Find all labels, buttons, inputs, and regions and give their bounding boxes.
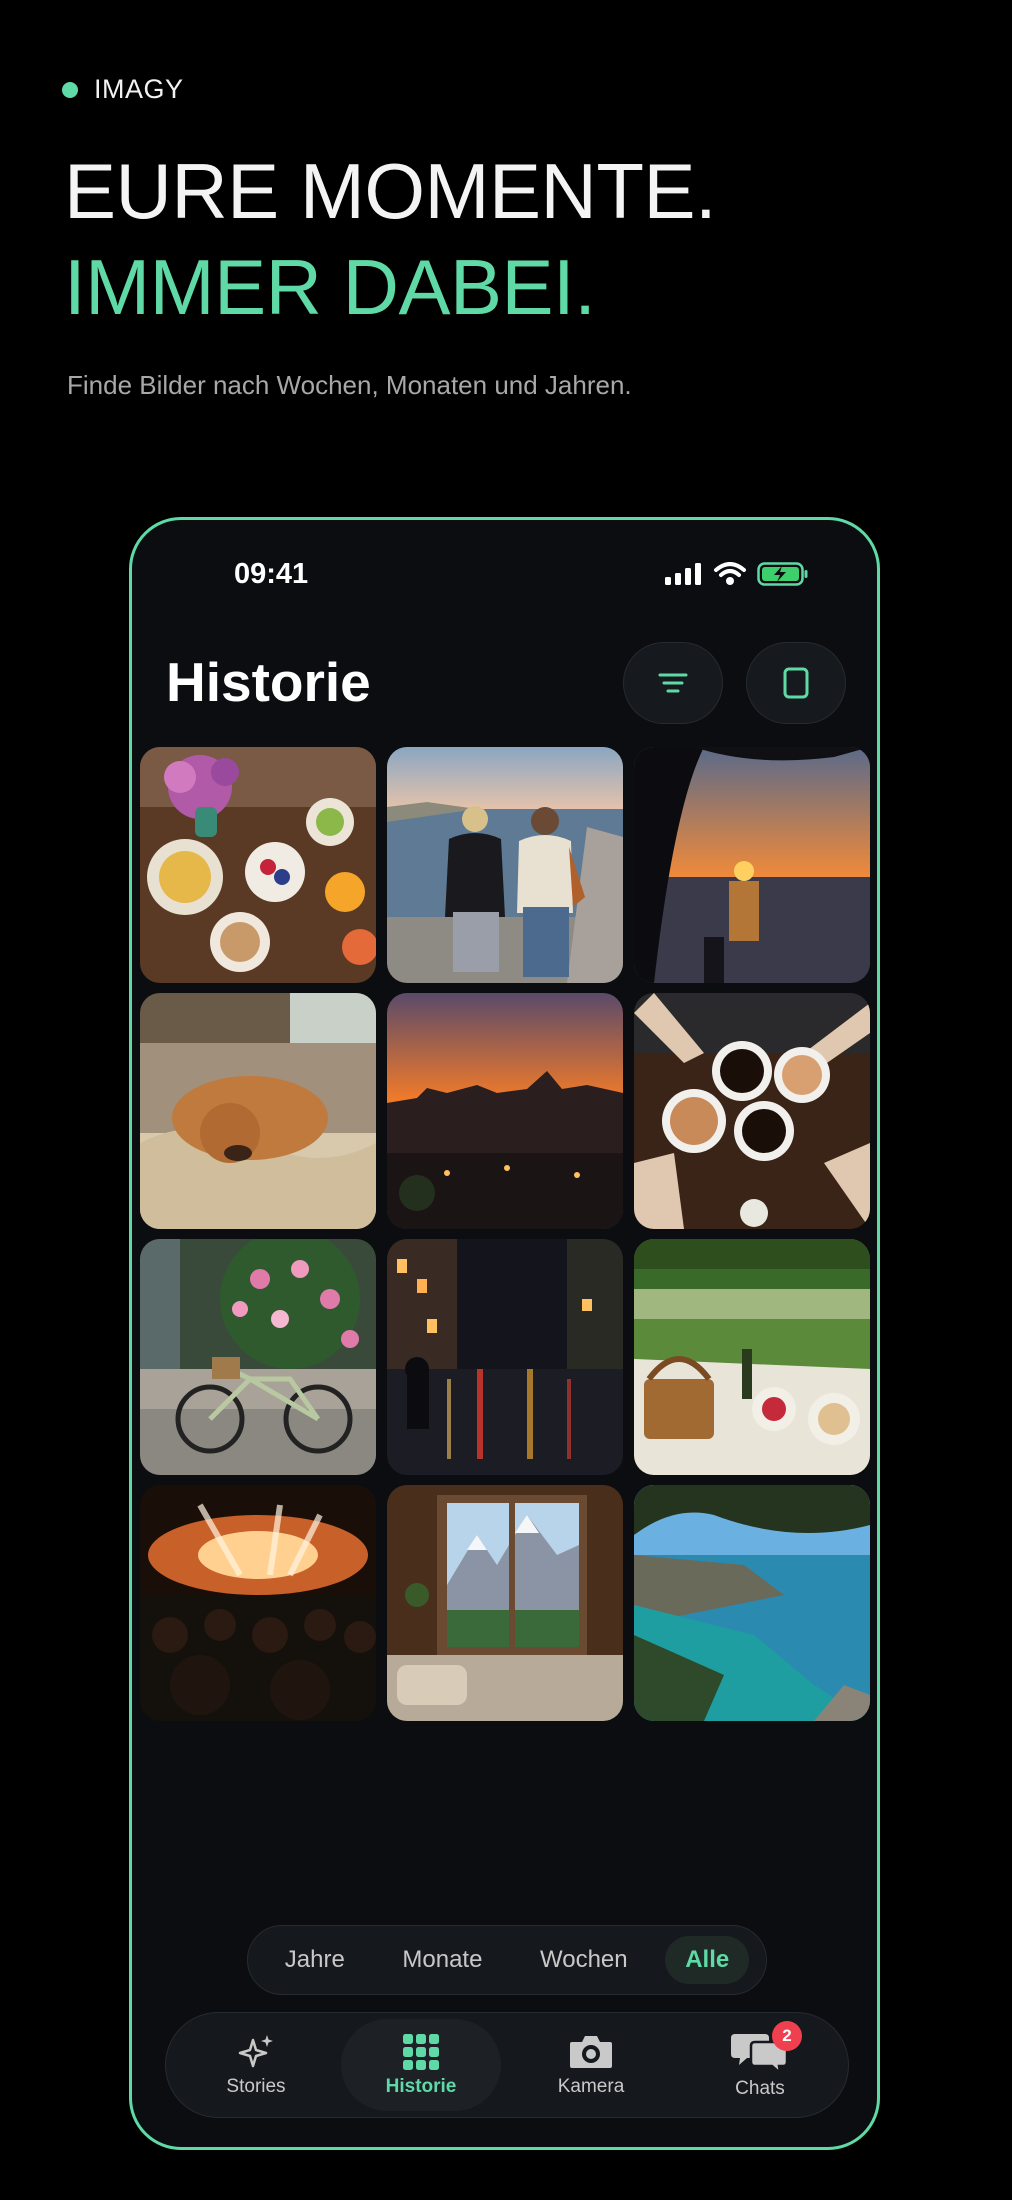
- photo-tile-city-sunset[interactable]: [387, 993, 623, 1229]
- sparkles-icon: [238, 2035, 273, 2068]
- photo-tile-coffee[interactable]: [634, 993, 870, 1229]
- filter-lines-icon: [658, 673, 688, 693]
- photo-grid: [140, 747, 871, 1721]
- tab-chats-label: Chats: [735, 2078, 785, 2099]
- period-option-wochen[interactable]: Wochen: [520, 1936, 648, 1984]
- view-toggle-button[interactable]: [746, 642, 846, 724]
- chats-unread-badge: 2: [772, 2021, 802, 2051]
- tab-stories[interactable]: Stories: [176, 2019, 336, 2111]
- photo-tile-rainy-night[interactable]: [387, 1239, 623, 1475]
- square-icon: [783, 667, 809, 699]
- grid-icon: [403, 2034, 439, 2070]
- headline-line-2: IMMER DABEI.: [64, 243, 596, 331]
- photo-tile-dog[interactable]: [140, 993, 376, 1229]
- photo-tile-picnic[interactable]: [634, 1239, 870, 1475]
- hero-subtitle: Finde Bilder nach Wochen, Monaten und Ja…: [67, 370, 632, 400]
- tab-chats[interactable]: Chats 2: [680, 2019, 840, 2111]
- brand-dot: [62, 81, 78, 98]
- status-time: 09:41: [234, 558, 309, 590]
- status-icons: [665, 562, 809, 586]
- camera-icon: [570, 2036, 612, 2068]
- tab-stories-label: Stories: [226, 2076, 286, 2097]
- headline-line-1: EURE MOMENTE.: [64, 147, 717, 235]
- brand: IMAGY: [62, 74, 184, 105]
- photo-tile-lake-sunset[interactable]: [634, 747, 870, 983]
- photo-tile-bicycle[interactable]: [140, 1239, 376, 1475]
- photo-tile-concert[interactable]: [140, 1485, 376, 1721]
- battery-charging-icon: [757, 562, 808, 586]
- tab-bar: Stories Historie Kamera Chats 2: [165, 2012, 849, 2118]
- brand-name: IMAGY: [94, 74, 184, 104]
- period-option-jahre[interactable]: Jahre: [265, 1936, 365, 1984]
- photo-tile-brunch[interactable]: [140, 747, 376, 983]
- tab-kamera[interactable]: Kamera: [511, 2019, 671, 2111]
- tab-historie-label: Historie: [385, 2076, 457, 2097]
- tab-historie[interactable]: Historie: [341, 2019, 501, 2111]
- signal-icon: [665, 563, 701, 585]
- period-option-monate[interactable]: Monate: [382, 1936, 502, 1984]
- tab-kamera-label: Kamera: [557, 2076, 625, 2097]
- period-filter: Jahre Monate Wochen Alle: [247, 1925, 767, 1995]
- photo-tile-seaside[interactable]: [387, 747, 623, 983]
- screen-title: Historie: [166, 651, 371, 713]
- phone-mockup: 09:41 Historie Jahre Monate Wochen Alle …: [129, 517, 880, 2150]
- wifi-icon: [714, 562, 746, 585]
- filter-button[interactable]: [623, 642, 723, 724]
- photo-tile-bay[interactable]: [634, 1485, 870, 1721]
- period-option-alle[interactable]: Alle: [665, 1936, 750, 1984]
- photo-tile-cabin-window[interactable]: [387, 1485, 623, 1721]
